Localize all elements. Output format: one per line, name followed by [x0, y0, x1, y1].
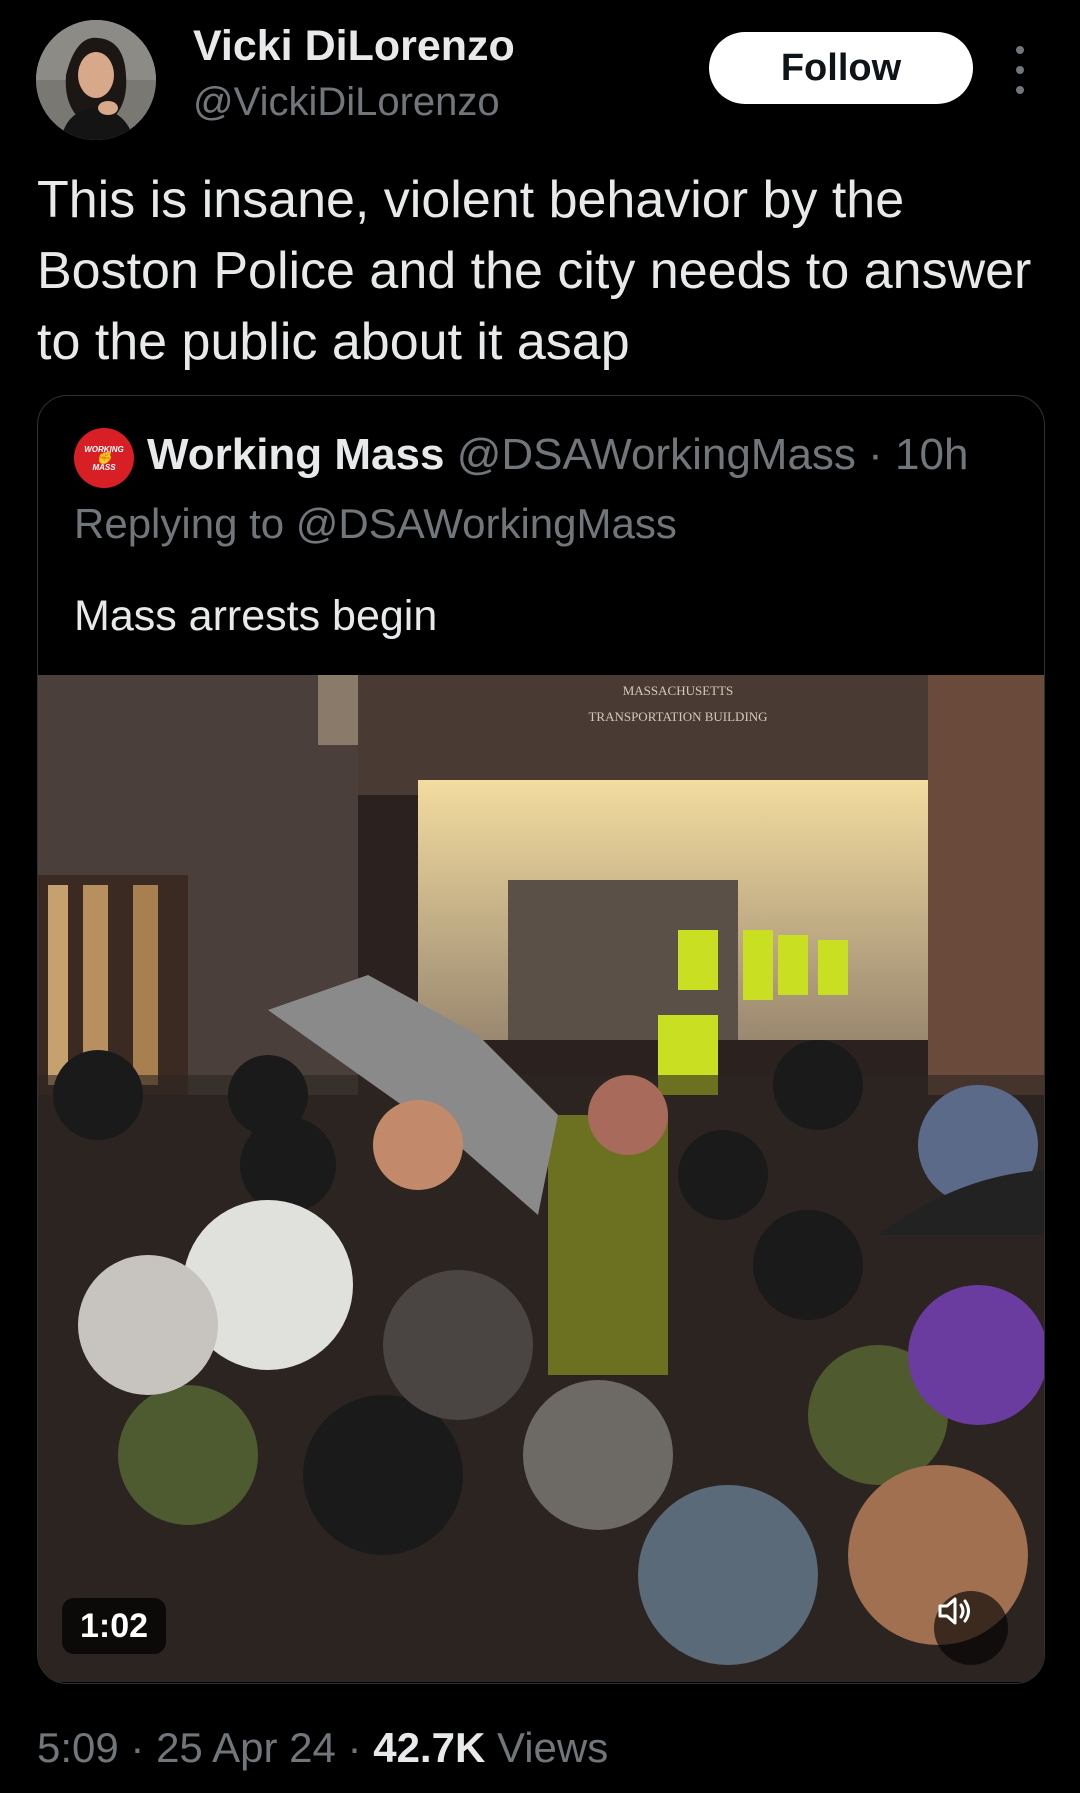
meta-separator: · — [855, 430, 896, 479]
quoted-author-handle[interactable]: @DSAWorkingMass — [457, 430, 856, 479]
replying-to-handle[interactable]: @DSAWorkingMass — [296, 500, 677, 547]
author-handle[interactable]: @VickiDiLorenzo — [193, 80, 500, 125]
follow-button[interactable]: Follow — [709, 32, 973, 104]
quoted-tweet-time[interactable]: 10h — [895, 430, 968, 479]
author-avatar[interactable] — [36, 20, 156, 140]
views-label: Views — [485, 1724, 609, 1771]
video-duration: 1:02 — [62, 1598, 167, 1654]
avatar-photo — [36, 20, 156, 140]
tweet-time[interactable]: 5:09 — [37, 1724, 119, 1771]
more-options-icon[interactable] — [1003, 40, 1037, 100]
footer-separator: · — [335, 1724, 374, 1771]
quoted-tweet-text: Mass arrests begin — [74, 592, 438, 640]
views-count[interactable]: 42.7K — [373, 1724, 485, 1771]
footer-separator: · — [118, 1724, 157, 1771]
author-display-name[interactable]: Vicki DiLorenzo — [193, 22, 515, 71]
quoted-author-name[interactable]: Working Mass — [147, 430, 444, 479]
quoted-tweet-header: Working Mass @DSAWorkingMass · 10h — [147, 430, 968, 480]
tweet-footer-meta: 5:09 · 25 Apr 24 · 42.7K Views — [37, 1724, 608, 1772]
replying-to-line: Replying to @DSAWorkingMass — [74, 500, 677, 548]
video-frame: MASSACHUSETTS TRANSPORTATION BUILDING — [38, 675, 1044, 1682]
replying-to-label: Replying to — [74, 500, 296, 547]
quoted-author-avatar[interactable]: WORKING ✊ MASS — [74, 428, 134, 488]
quoted-tweet-card[interactable]: WORKING ✊ MASS Working Mass @DSAWorkingM… — [37, 395, 1045, 1684]
speaker-muted-icon[interactable] — [934, 1591, 1008, 1665]
sign-line-1: MASSACHUSETTS — [623, 683, 734, 698]
tweet-text: This is insane, violent behavior by the … — [37, 171, 1032, 371]
video-player[interactable]: MASSACHUSETTS TRANSPORTATION BUILDING 1:… — [38, 675, 1044, 1682]
sign-line-2: TRANSPORTATION BUILDING — [588, 709, 767, 724]
tweet-date[interactable]: 25 Apr 24 — [156, 1724, 336, 1771]
avatar-text-bottom: MASS — [92, 462, 116, 472]
